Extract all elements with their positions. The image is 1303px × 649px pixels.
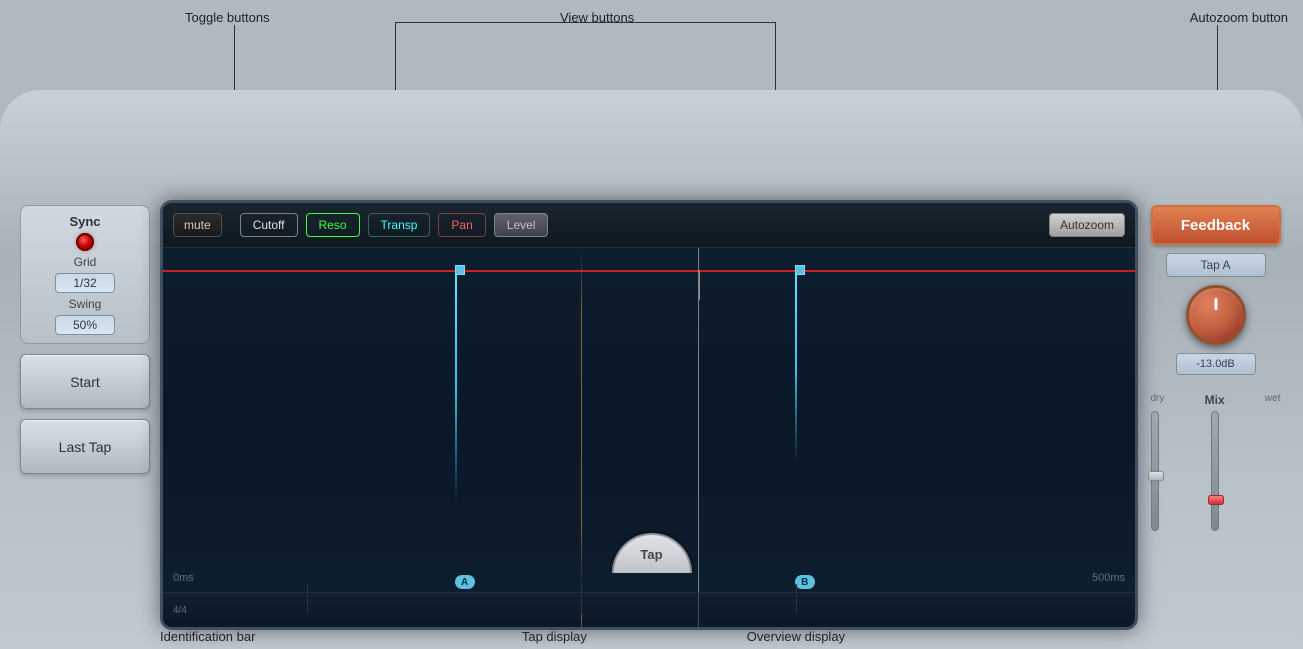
left-panel: Sync Grid 1/32 Swing 50% Start Last Tap [10, 205, 160, 625]
tap-line-1 [455, 273, 457, 503]
sync-label: Sync [69, 214, 100, 229]
tap-a-display: Tap A [1166, 253, 1266, 277]
dry-slider-track [1151, 411, 1159, 531]
swing-label: Swing [69, 297, 102, 311]
last-tap-button[interactable]: Last Tap [20, 419, 150, 474]
red-line [163, 270, 1135, 272]
time-label-start: 0ms [173, 572, 194, 584]
time-sig: 4/4 [173, 605, 187, 616]
center-line [698, 248, 699, 592]
transp-button[interactable]: Transp [368, 213, 431, 237]
grid-label: Grid [74, 255, 97, 269]
marker-a[interactable]: A [455, 575, 475, 589]
overview-center-line [698, 593, 699, 627]
grid-display[interactable]: 1/32 [55, 273, 115, 293]
feedback-knob[interactable] [1186, 285, 1246, 345]
device-body: Sync Grid 1/32 Swing 50% Start Last Tap … [0, 90, 1303, 649]
wet-slider-container [1211, 411, 1219, 531]
display-topbar: mute Cutoff Reso Transp Pan Level Autozo… [163, 203, 1135, 248]
dry-slider-container [1151, 411, 1159, 531]
autozoom-label: Autozoom button [1190, 10, 1288, 25]
reso-button[interactable]: Reso [306, 213, 360, 237]
view-line-h [395, 22, 775, 23]
autozoom-button[interactable]: Autozoom [1049, 213, 1125, 237]
tap-display-line [581, 248, 582, 592]
tap-line-2 [795, 273, 797, 463]
view-buttons-label: View buttons [560, 10, 634, 25]
wet-slider-track [1211, 411, 1219, 531]
mute-button[interactable]: mute [173, 213, 222, 237]
level-button[interactable]: Level [494, 213, 549, 237]
time-label-end: 500ms [1092, 572, 1125, 584]
cutoff-button[interactable]: Cutoff [240, 213, 298, 237]
toggle-buttons-label: Toggle buttons [185, 10, 270, 25]
db-display: -13.0dB [1176, 353, 1256, 375]
overview-tap-line [581, 593, 582, 627]
sync-led[interactable] [76, 233, 94, 251]
pan-button[interactable]: Pan [438, 213, 485, 237]
sync-section: Sync Grid 1/32 Swing 50% [20, 205, 150, 344]
marker-b[interactable]: B [795, 575, 815, 589]
right-panel: Feedback Tap A -13.0dB dry Mix wet [1138, 205, 1293, 625]
dry-slider-thumb[interactable] [1148, 471, 1164, 481]
wet-slider-thumb[interactable] [1208, 495, 1224, 505]
mix-sliders [1151, 411, 1281, 531]
mix-labels: dry Mix wet [1151, 393, 1281, 407]
swing-display[interactable]: 50% [55, 315, 115, 335]
feedback-button[interactable]: Feedback [1151, 205, 1281, 245]
overview-bar: 4/4 A B [163, 592, 1135, 627]
mix-section: dry Mix wet [1151, 393, 1281, 531]
start-button[interactable]: Start [20, 354, 150, 409]
